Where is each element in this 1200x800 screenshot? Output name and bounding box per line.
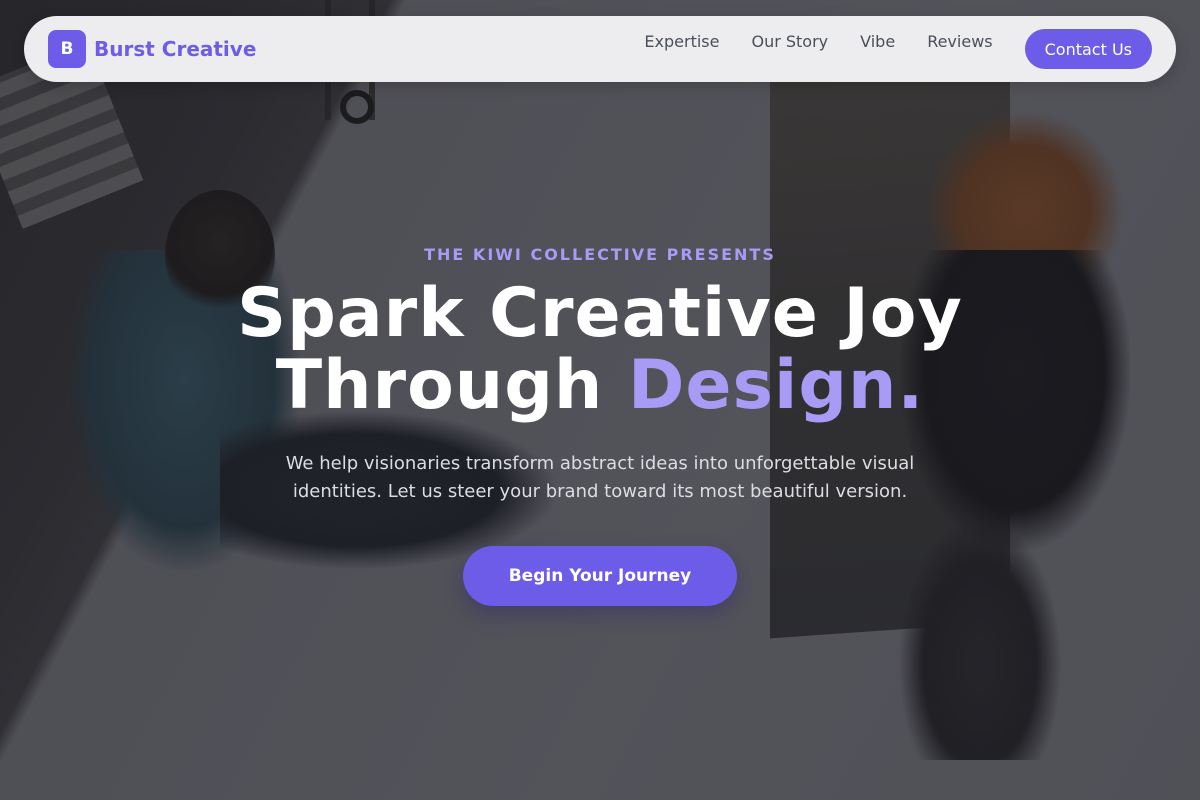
brand-logo[interactable]: B Burst Creative [48, 30, 256, 68]
headline-line-2-plain: Through [275, 346, 628, 425]
hero-eyebrow: THE KIWI COLLECTIVE PRESENTS [424, 245, 776, 264]
navbar: B Burst Creative Expertise Our Story Vib… [24, 16, 1176, 82]
nav-link-reviews[interactable]: Reviews [927, 32, 992, 51]
hero-headline: Spark Creative Joy Through Design. [0, 278, 1200, 422]
brand-name: Burst Creative [94, 37, 257, 61]
begin-journey-button[interactable]: Begin Your Journey [463, 546, 737, 606]
hero-subtext: We help visionaries transform abstract i… [285, 453, 915, 502]
hero-section: B Burst Creative Expertise Our Story Vib… [0, 0, 1200, 800]
nav-links: Expertise Our Story Vibe Reviews [644, 32, 992, 51]
headline-line-2-accent: Design. [627, 346, 925, 425]
nav-link-our-story[interactable]: Our Story [751, 32, 828, 51]
headline-line-1: Spark Creative Joy [237, 274, 963, 353]
hero-content: THE KIWI COLLECTIVE PRESENTS Spark Creat… [0, 245, 1200, 606]
brand-mark-icon: B [48, 30, 86, 68]
nav-link-expertise[interactable]: Expertise [644, 32, 719, 51]
contact-us-button[interactable]: Contact Us [1024, 29, 1152, 69]
nav-link-vibe[interactable]: Vibe [860, 32, 895, 51]
